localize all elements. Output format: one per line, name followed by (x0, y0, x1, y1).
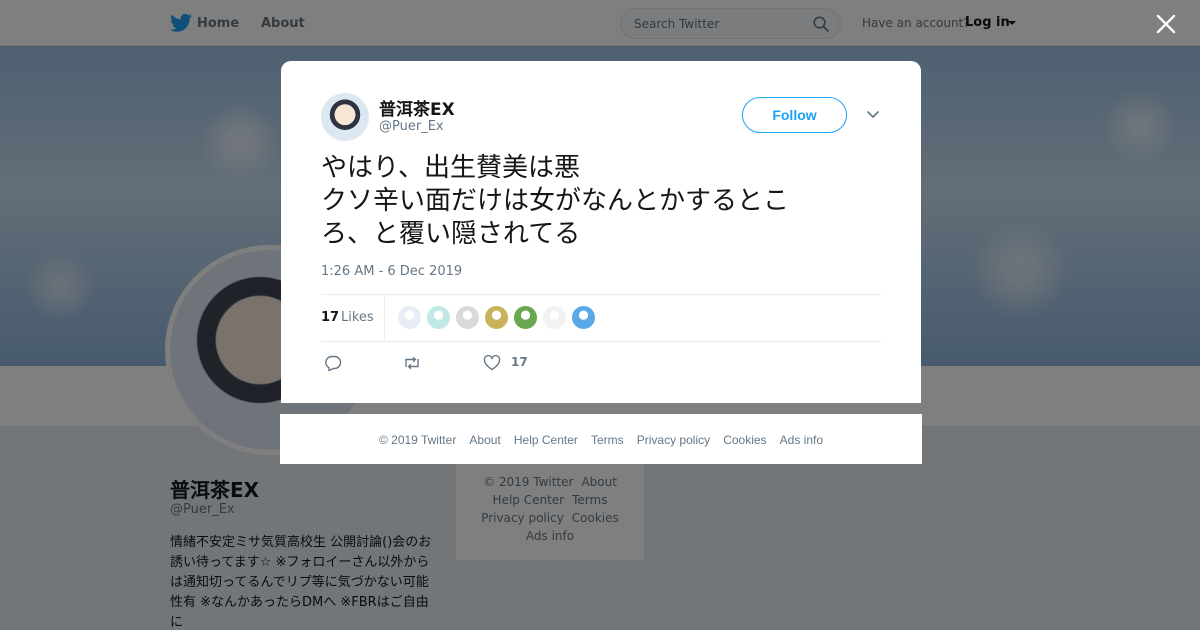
close-icon[interactable] (1155, 13, 1177, 35)
liker-avatar[interactable] (426, 305, 451, 330)
tweet-stats: 17 Likes (321, 294, 881, 342)
footer-privacy-link[interactable]: Privacy policy (637, 433, 710, 447)
heart-icon[interactable] (483, 355, 501, 371)
tweet-modal: 普洱茶EX @Puer_Ex Follow やはり、出生賛美は悪 クソ辛い面だけ… (281, 61, 921, 403)
likes-label[interactable]: Likes (341, 310, 374, 325)
tweet-author-name[interactable]: 普洱茶EX (379, 95, 455, 120)
tweet-text-line: ろ、と覆い隠されてる (321, 219, 581, 249)
liker-avatar[interactable] (571, 305, 596, 330)
liker-avatar[interactable] (542, 305, 567, 330)
tweet-text: やはり、出生賛美は悪 クソ辛い面だけは女がなんとかするとこ ろ、と覆い隠されてる (321, 152, 841, 251)
tweet-text-line: やはり、出生賛美は悪 (321, 153, 580, 183)
tweet-timestamp[interactable]: 1:26 AM - 6 Dec 2019 (321, 264, 462, 279)
retweet-icon[interactable] (403, 355, 421, 371)
tweet-actions: 17 (321, 352, 881, 374)
follow-button[interactable]: Follow (742, 97, 847, 133)
footer-cookies-link[interactable]: Cookies (723, 433, 766, 447)
footer-about-link[interactable]: About (469, 433, 500, 447)
modal-footer: © 2019 Twitter About Help Center Terms P… (280, 414, 922, 464)
chevron-down-icon[interactable] (866, 109, 880, 121)
tweet-text-line: クソ辛い面だけは女がなんとかするとこ (321, 186, 790, 216)
footer-copyright: © 2019 Twitter (378, 433, 457, 447)
tweet-author-handle[interactable]: @Puer_Ex (379, 119, 444, 134)
likes-count[interactable]: 17 (321, 310, 339, 325)
like-action-count[interactable]: 17 (511, 355, 528, 369)
tweet-author-avatar[interactable] (321, 93, 369, 141)
footer-ads-link[interactable]: Ads info (780, 433, 823, 447)
liker-avatar[interactable] (397, 305, 422, 330)
footer-terms-link[interactable]: Terms (591, 433, 624, 447)
liker-avatar[interactable] (513, 305, 538, 330)
stats-divider (384, 295, 385, 341)
liker-avatar[interactable] (484, 305, 509, 330)
footer-help-link[interactable]: Help Center (514, 433, 578, 447)
reply-icon[interactable] (324, 355, 342, 371)
liker-avatar[interactable] (455, 305, 480, 330)
